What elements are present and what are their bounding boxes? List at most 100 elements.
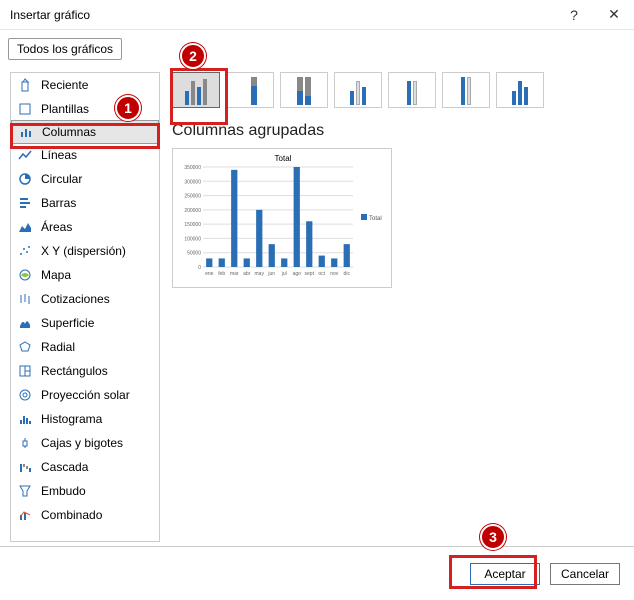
sidebar-item-xy[interactable]: X Y (dispersión) <box>11 239 159 263</box>
sidebar-item-label: Mapa <box>41 268 71 282</box>
svg-text:ene: ene <box>205 271 214 277</box>
svg-text:mar: mar <box>230 271 239 277</box>
svg-text:50000: 50000 <box>187 251 201 257</box>
chart-subtype-pane: Columnas agrupadas Total 0 50000 100000 150… <box>172 72 624 542</box>
svg-text:jun: jun <box>267 271 275 277</box>
chart-preview[interactable]: Total 0 50000 100000 150000 200000 250000 3000… <box>172 148 392 288</box>
svg-text:feb: feb <box>218 271 225 277</box>
window-title: Insertar gráfico <box>10 8 554 22</box>
sidebar-item-surface[interactable]: Superficie <box>11 311 159 335</box>
sidebar-item-boxwhisker[interactable]: Cajas y bigotes <box>11 431 159 455</box>
svg-text:nov: nov <box>330 271 339 277</box>
funnel-icon <box>17 483 33 499</box>
svg-text:ago: ago <box>293 271 302 277</box>
sidebar-item-label: Circular <box>41 172 82 186</box>
preview-legend: Total <box>369 216 382 222</box>
subtype-3d-clustered-column[interactable] <box>334 72 382 108</box>
preview-title: Total <box>275 154 292 163</box>
sidebar-item-columns[interactable]: Columnas <box>11 120 159 144</box>
sidebar-item-recent[interactable]: Reciente <box>11 73 159 97</box>
sidebar-item-label: Embudo <box>41 484 86 498</box>
waterfall-icon <box>17 459 33 475</box>
treemap-icon <box>17 363 33 379</box>
subtype-row <box>172 72 624 108</box>
combo-icon <box>17 507 33 523</box>
callout-2: 2 <box>180 43 206 69</box>
subtype-3d-column[interactable] <box>496 72 544 108</box>
callout-3: 3 <box>480 524 506 550</box>
sidebar-item-label: Proyección solar <box>41 388 130 402</box>
stock-icon <box>17 291 33 307</box>
sidebar-item-label: Cascada <box>41 460 88 474</box>
map-icon <box>17 267 33 283</box>
svg-text:dic: dic <box>344 271 351 277</box>
dialog-content: Reciente Plantillas Columnas Líneas Circ… <box>0 60 634 542</box>
svg-text:300000: 300000 <box>184 179 201 185</box>
sidebar-item-label: Cajas y bigotes <box>41 436 123 450</box>
help-button[interactable]: ? <box>554 0 594 30</box>
sidebar-item-area[interactable]: Áreas <box>11 215 159 239</box>
sidebar-item-funnel[interactable]: Embudo <box>11 479 159 503</box>
callout-1: 1 <box>115 95 141 121</box>
sidebar-item-combo[interactable]: Combinado <box>11 503 159 527</box>
sidebar-item-label: Reciente <box>41 78 88 92</box>
scatter-icon <box>17 243 33 259</box>
svg-text:100000: 100000 <box>184 236 201 242</box>
sidebar-item-label: Radial <box>41 340 75 354</box>
sidebar-item-histogram[interactable]: Histograma <box>11 407 159 431</box>
svg-text:sept: sept <box>305 271 315 277</box>
subtype-3d-100-stacked-column[interactable] <box>442 72 490 108</box>
sidebar-item-sunburst[interactable]: Proyección solar <box>11 383 159 407</box>
svg-text:250000: 250000 <box>184 194 201 200</box>
sidebar-item-label: Superficie <box>41 316 94 330</box>
svg-text:oct: oct <box>318 271 325 277</box>
subtype-clustered-column[interactable] <box>172 72 220 108</box>
subtype-stacked-column[interactable] <box>226 72 274 108</box>
templates-icon <box>17 101 33 117</box>
sidebar-item-radar[interactable]: Radial <box>11 335 159 359</box>
sidebar-item-label: Histograma <box>41 412 102 426</box>
sidebar-item-treemap[interactable]: Rectángulos <box>11 359 159 383</box>
sidebar-item-stock[interactable]: Cotizaciones <box>11 287 159 311</box>
radar-icon <box>17 339 33 355</box>
svg-text:may: may <box>255 271 265 277</box>
tab-all-charts[interactable]: Todos los gráficos <box>8 38 122 60</box>
pie-icon <box>17 171 33 187</box>
sidebar-item-label: Plantillas <box>41 102 89 116</box>
dialog-footer: Aceptar Cancelar <box>0 546 634 600</box>
boxwhisker-icon <box>17 435 33 451</box>
sidebar-item-label: Áreas <box>41 220 72 234</box>
cancel-button[interactable]: Cancelar <box>550 563 620 585</box>
tab-strip: Todos los gráficos <box>0 30 634 60</box>
surface-icon <box>17 315 33 331</box>
svg-text:jul: jul <box>281 271 287 277</box>
svg-text:150000: 150000 <box>184 222 201 228</box>
svg-text:0: 0 <box>198 265 201 271</box>
sunburst-icon <box>17 387 33 403</box>
sidebar-item-label: X Y (dispersión) <box>41 244 126 258</box>
sidebar-item-lines[interactable]: Líneas <box>11 143 159 167</box>
sidebar-item-label: Rectángulos <box>41 364 108 378</box>
close-button[interactable]: ✕ <box>594 0 634 30</box>
histogram-icon <box>17 411 33 427</box>
sidebar-item-label: Columnas <box>42 125 96 139</box>
titlebar: Insertar gráfico ? ✕ <box>0 0 634 30</box>
lines-icon <box>17 147 33 163</box>
ok-button[interactable]: Aceptar <box>470 563 540 585</box>
sidebar-item-label: Líneas <box>41 148 77 162</box>
sidebar-item-pie[interactable]: Circular <box>11 167 159 191</box>
subtype-3d-stacked-column[interactable] <box>388 72 436 108</box>
sidebar-item-label: Cotizaciones <box>41 292 110 306</box>
sidebar-item-bars[interactable]: Barras <box>11 191 159 215</box>
subtype-title: Columnas agrupadas <box>172 122 624 140</box>
sidebar-item-waterfall[interactable]: Cascada <box>11 455 159 479</box>
sidebar-item-map[interactable]: Mapa <box>11 263 159 287</box>
recent-icon <box>17 77 33 93</box>
chart-categories-sidebar: Reciente Plantillas Columnas Líneas Circ… <box>10 72 160 542</box>
svg-text:350000: 350000 <box>184 165 201 171</box>
sidebar-item-label: Barras <box>41 196 76 210</box>
columns-icon <box>18 124 34 140</box>
svg-text:200000: 200000 <box>184 208 201 214</box>
svg-text:abr: abr <box>243 271 251 277</box>
subtype-100-stacked-column[interactable] <box>280 72 328 108</box>
